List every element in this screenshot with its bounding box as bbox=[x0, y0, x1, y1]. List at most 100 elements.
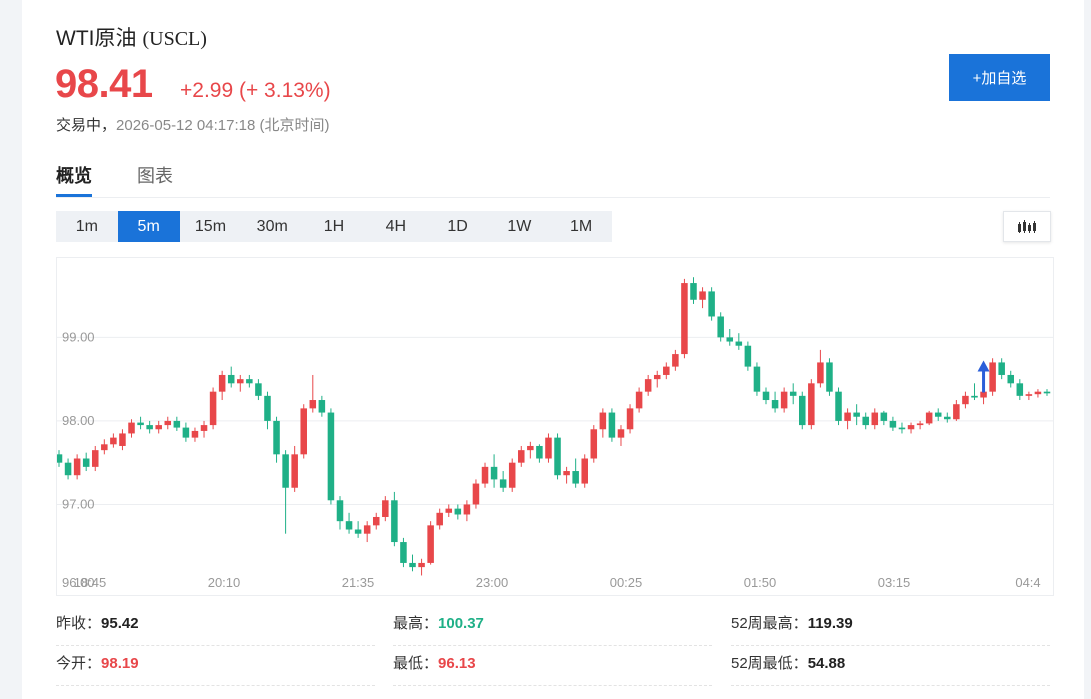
x-tick-label: 18:45 bbox=[74, 575, 107, 590]
status-label: 交易中， bbox=[56, 117, 117, 134]
candle-body bbox=[862, 416, 869, 426]
period-1m[interactable]: 1m bbox=[56, 211, 118, 242]
candle-body bbox=[490, 466, 498, 480]
candle-body bbox=[653, 374, 661, 380]
candle-body bbox=[309, 400, 317, 409]
stat-value: 95.42 bbox=[101, 615, 139, 632]
period-1h[interactable]: 1H bbox=[303, 211, 365, 242]
candle-body bbox=[82, 458, 90, 467]
candle-body bbox=[291, 454, 298, 488]
candle-body bbox=[980, 391, 987, 398]
tab-chart[interactable]: 图表 bbox=[137, 162, 173, 188]
candle-body bbox=[282, 454, 289, 488]
candle-body bbox=[808, 383, 815, 426]
candle-body bbox=[735, 341, 743, 346]
candle-body bbox=[880, 412, 888, 421]
candle-body bbox=[218, 374, 226, 392]
candle-body bbox=[527, 445, 534, 451]
candle-body bbox=[409, 562, 416, 568]
arrow-up-marker-head bbox=[977, 360, 990, 372]
candle-body bbox=[382, 500, 389, 517]
candle-body bbox=[771, 400, 779, 409]
candle-body bbox=[934, 412, 942, 417]
tab-bar: 概览 图表 bbox=[56, 160, 1050, 198]
candle-body bbox=[119, 433, 126, 446]
candle-body bbox=[391, 500, 398, 543]
candle-body bbox=[354, 529, 362, 534]
stat-open: 今开：98.19 bbox=[56, 646, 375, 686]
y-tick-label: 97.00 bbox=[62, 496, 95, 511]
candle-body bbox=[173, 420, 181, 428]
candle-body bbox=[273, 420, 280, 455]
price-chart[interactable]: 99.00 98.00 97.00 96.00 18:45 20:10 21:35 23:00… bbox=[56, 257, 1054, 596]
period-selector: 1m 5m 15m 30m 1H 4H 1D 1W 1M bbox=[56, 211, 612, 242]
candle-body bbox=[1007, 374, 1015, 384]
instrument-name: WTI原油 bbox=[56, 27, 137, 50]
candle-body bbox=[255, 383, 262, 396]
period-1mo[interactable]: 1M bbox=[550, 211, 612, 242]
candle-body bbox=[889, 420, 897, 428]
period-1d[interactable]: 1D bbox=[427, 211, 489, 242]
stat-52w-low: 52周最低：54.88 bbox=[731, 646, 1050, 686]
candlestick-chart-svg: 99.0098.0097.0096.0018:45 20:10 21:35 23:00… bbox=[57, 277, 1053, 590]
candle-body bbox=[644, 379, 652, 392]
candle-body bbox=[590, 429, 598, 459]
candle-body bbox=[318, 400, 326, 413]
period-5m[interactable]: 5m bbox=[117, 211, 180, 242]
candle-body bbox=[925, 412, 933, 424]
candle-body bbox=[617, 429, 625, 438]
x-tick-label: 03:15 bbox=[878, 575, 911, 590]
candle-body bbox=[672, 354, 679, 367]
add-to-watchlist-button[interactable]: +加自选 bbox=[949, 54, 1050, 101]
stat-prev-close: 昨收：95.42 bbox=[56, 606, 375, 646]
candle-body bbox=[762, 391, 770, 401]
period-15m[interactable]: 15m bbox=[180, 211, 242, 242]
active-tab-indicator bbox=[56, 194, 92, 197]
chart-type-button[interactable] bbox=[1003, 211, 1051, 242]
candle-body bbox=[599, 412, 607, 430]
candle-body bbox=[699, 291, 706, 300]
period-1w[interactable]: 1W bbox=[488, 211, 550, 242]
stat-value: 119.39 bbox=[807, 615, 853, 632]
stat-value: 98.19 bbox=[101, 655, 139, 672]
candle-body bbox=[944, 416, 951, 420]
candle-body bbox=[663, 366, 670, 375]
stat-value: 96.13 bbox=[438, 655, 476, 672]
candle-body bbox=[454, 508, 462, 515]
candle-body bbox=[1016, 383, 1024, 396]
stat-high: 最高：100.37 bbox=[393, 606, 712, 646]
candle-body bbox=[327, 412, 335, 501]
status-datetime: 2026-05-12 04:17:18 bbox=[116, 117, 256, 134]
stat-52w-high: 52周最高：119.39 bbox=[731, 606, 1050, 646]
x-tick-label: 20:10 bbox=[208, 575, 241, 590]
tab-overview[interactable]: 概览 bbox=[56, 162, 92, 188]
arrow-up-marker-shaft bbox=[982, 370, 986, 393]
candle-body bbox=[508, 462, 516, 488]
candle-body bbox=[844, 412, 851, 421]
candle-body bbox=[1043, 391, 1051, 394]
candle-body bbox=[209, 391, 217, 426]
candle-body bbox=[418, 562, 425, 568]
candle-body bbox=[237, 379, 244, 384]
candle-body bbox=[110, 437, 117, 445]
stat-low: 最低：96.13 bbox=[393, 646, 712, 686]
trading-status: 交易中，2026-05-12 04:17:18 (北京时间) bbox=[56, 114, 329, 135]
period-30m[interactable]: 30m bbox=[241, 211, 303, 242]
candle-body bbox=[536, 445, 543, 459]
x-tick-label: 21:35 bbox=[342, 575, 375, 590]
candle-body bbox=[372, 516, 380, 526]
candle-body bbox=[681, 283, 688, 355]
candle-body bbox=[363, 525, 371, 534]
candle-body bbox=[572, 471, 579, 484]
candle-body bbox=[128, 422, 135, 434]
candlestick-icon bbox=[1018, 219, 1036, 233]
candle-body bbox=[835, 391, 842, 421]
candle-body bbox=[64, 462, 72, 476]
candle-body bbox=[789, 391, 797, 396]
candle-body bbox=[57, 454, 63, 463]
candle-body bbox=[989, 362, 996, 392]
period-4h[interactable]: 4H bbox=[365, 211, 427, 242]
last-price: 98.41 bbox=[55, 62, 153, 106]
y-tick-label: 99.00 bbox=[62, 329, 95, 344]
candle-body bbox=[953, 404, 960, 420]
